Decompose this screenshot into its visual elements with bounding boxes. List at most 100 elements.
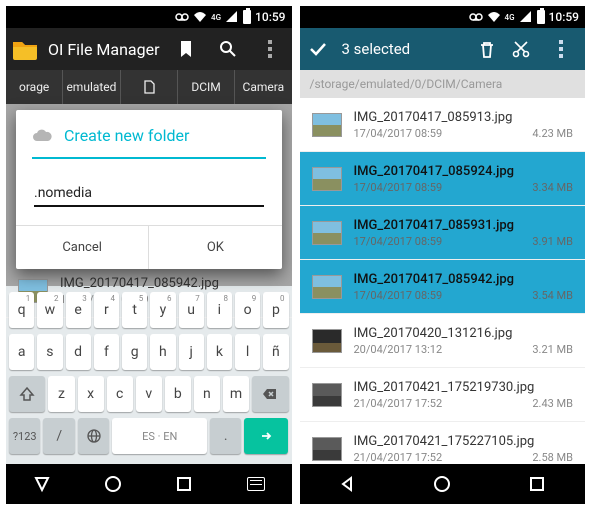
key-h[interactable]: h	[150, 334, 175, 370]
file-name: IMG_20170420_131216.jpg	[354, 326, 574, 341]
file-list[interactable]: IMG_20170417_085913.jpg 17/04/2017 08:59…	[300, 98, 586, 464]
key-m[interactable]: m	[223, 376, 249, 412]
search-button[interactable]	[212, 33, 244, 65]
enter-key[interactable]	[244, 418, 288, 454]
voicemail-icon	[469, 10, 483, 24]
key-i[interactable]: i8	[207, 292, 232, 328]
file-size: 3.21 MB	[532, 343, 573, 356]
file-date: 17/04/2017 08:59	[354, 127, 443, 140]
list-item[interactable]: IMG_20170420_131216.jpg 20/04/2017 13:12…	[300, 314, 586, 368]
file-thumb-icon	[312, 329, 342, 353]
key-n[interactable]: n	[194, 376, 220, 412]
file-date: 17/04/2017 08:59	[354, 235, 443, 248]
nav-bar	[300, 464, 586, 504]
wifi-icon	[193, 10, 207, 24]
key-ñ[interactable]: ñ	[263, 334, 288, 370]
key-u[interactable]: u7	[179, 292, 204, 328]
crumb[interactable]: Camera	[235, 70, 291, 104]
cancel-button[interactable]: Cancel	[16, 226, 149, 269]
dialog-title: Create new folder	[64, 126, 189, 145]
slash-key[interactable]: /	[43, 418, 74, 454]
key-z[interactable]: z	[48, 376, 74, 412]
symbols-key[interactable]: ?123	[9, 418, 40, 454]
file-date: 17/04/2017 08:59	[354, 289, 443, 302]
file-thumb-icon	[312, 383, 342, 407]
done-icon[interactable]	[308, 39, 328, 59]
key-c[interactable]: c	[107, 376, 133, 412]
path-bar: /storage/emulated/0/DCIM/Camera	[300, 70, 586, 98]
selection-count: 3 selected	[342, 40, 464, 58]
recent-nav-icon[interactable]	[175, 475, 193, 493]
file-size: 3.91 MB	[532, 235, 573, 248]
space-key[interactable]: ES · EN	[112, 418, 206, 454]
key-j[interactable]: j	[179, 334, 204, 370]
overflow-button[interactable]	[545, 33, 577, 65]
selection-app-bar: 3 selected	[300, 28, 586, 70]
crumb[interactable]: emulated	[63, 70, 120, 104]
keyboard-switch-icon[interactable]	[247, 477, 265, 491]
crumb[interactable]: DCIM	[178, 70, 235, 104]
wifi-icon	[487, 10, 501, 24]
file-name: IMG_20170417_085931.jpg	[354, 218, 574, 233]
file-name: IMG_20170421_175219730.jpg	[354, 380, 574, 395]
period-key[interactable]: .	[210, 418, 241, 454]
file-thumb-icon	[312, 275, 342, 299]
backspace-key[interactable]	[252, 376, 289, 412]
battery-icon	[243, 10, 251, 24]
key-w[interactable]: w2	[37, 292, 62, 328]
file-date: 20/04/2017 13:12	[354, 343, 443, 356]
bookmark-button[interactable]	[170, 33, 202, 65]
file-name: IMG_20170417_085924.jpg	[354, 164, 574, 179]
list-item[interactable]: IMG_20170421_175227105.jpg 21/04/2017 17…	[300, 422, 586, 464]
key-t[interactable]: t5	[122, 292, 147, 328]
key-x[interactable]: x	[78, 376, 104, 412]
file-thumb-icon	[312, 167, 342, 191]
app-bar: OI File Manager	[6, 28, 292, 70]
ok-button[interactable]: OK	[149, 226, 281, 269]
globe-key[interactable]	[78, 418, 109, 454]
key-a[interactable]: a	[9, 334, 34, 370]
key-l[interactable]: l	[235, 334, 260, 370]
crumb-sdcard-icon[interactable]	[121, 70, 178, 104]
key-r[interactable]: r4	[94, 292, 119, 328]
recent-nav-icon[interactable]	[528, 475, 546, 493]
key-o[interactable]: o9	[235, 292, 260, 328]
key-e[interactable]: e3	[66, 292, 91, 328]
network-type: 4G	[211, 13, 221, 22]
list-item[interactable]: IMG_20170417_085931.jpg 17/04/2017 08:59…	[300, 206, 586, 260]
list-item[interactable]: IMG_20170421_175219730.jpg 21/04/2017 17…	[300, 368, 586, 422]
key-f[interactable]: f	[94, 334, 119, 370]
overflow-button[interactable]	[254, 33, 286, 65]
key-y[interactable]: y6	[150, 292, 175, 328]
home-nav-icon[interactable]	[104, 475, 122, 493]
content-area: IMG_20170417_085942.jpg 17/04/2017 08:59…	[6, 104, 292, 286]
create-folder-dialog: Create new folder .nomedia Cancel OK	[16, 110, 282, 269]
key-p[interactable]: p0	[263, 292, 288, 328]
file-size: 3.54 MB	[532, 289, 573, 302]
shift-key[interactable]	[9, 376, 46, 412]
key-v[interactable]: v	[136, 376, 162, 412]
file-name: IMG_20170417_085942.jpg	[354, 272, 574, 287]
nav-bar	[6, 464, 292, 504]
back-nav-icon[interactable]	[338, 475, 356, 493]
back-nav-icon[interactable]	[33, 475, 51, 493]
list-item[interactable]: IMG_20170417_085924.jpg 17/04/2017 08:59…	[300, 152, 586, 206]
list-item[interactable]: IMG_20170417_085913.jpg 17/04/2017 08:59…	[300, 98, 586, 152]
home-nav-icon[interactable]	[433, 475, 451, 493]
file-size: 2.58 MB	[532, 451, 573, 464]
key-d[interactable]: d	[66, 334, 91, 370]
folder-name-input[interactable]: .nomedia	[34, 181, 264, 207]
key-k[interactable]: k	[207, 334, 232, 370]
crumb[interactable]: orage	[6, 70, 63, 104]
delete-button[interactable]	[477, 39, 497, 59]
key-s[interactable]: s	[37, 334, 62, 370]
key-g[interactable]: g	[122, 334, 147, 370]
status-bar: 4G 10:59	[300, 6, 586, 28]
voicemail-icon	[175, 10, 189, 24]
key-q[interactable]: q1	[9, 292, 34, 328]
file-thumb-icon	[312, 113, 342, 137]
list-item[interactable]: IMG_20170417_085942.jpg 17/04/2017 08:59…	[300, 260, 586, 314]
signal-icon	[519, 10, 533, 24]
key-b[interactable]: b	[165, 376, 191, 412]
cut-button[interactable]	[511, 39, 531, 59]
